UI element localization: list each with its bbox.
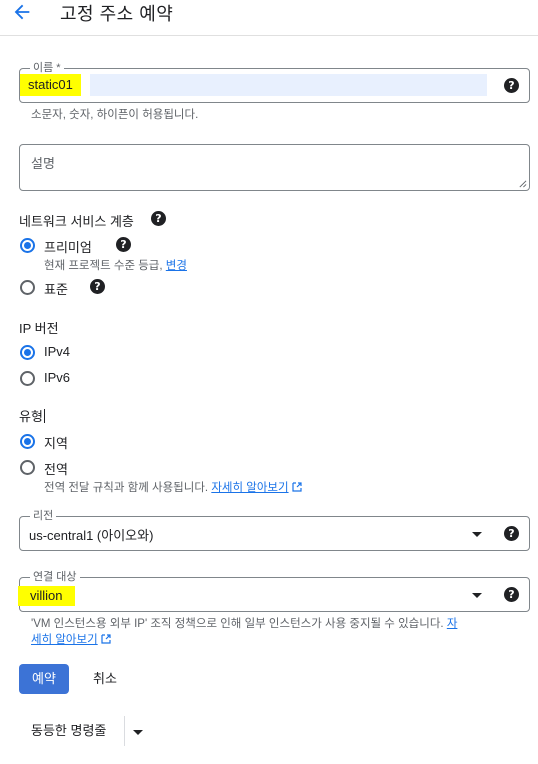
cancel-button[interactable]: 취소 <box>85 664 125 694</box>
help-icon[interactable]: ? <box>504 78 519 93</box>
back-arrow-icon[interactable] <box>11 1 33 23</box>
type-label: 유형 <box>19 409 45 424</box>
help-icon[interactable]: ? <box>116 237 131 252</box>
help-icon[interactable]: ? <box>504 587 519 602</box>
radio-global-label: 전역 <box>44 462 68 477</box>
attach-label: 연결 대상 <box>30 570 80 584</box>
premium-sublabel: 현재 프로젝트 수준 등급, 변경 <box>44 260 187 272</box>
help-icon[interactable]: ? <box>504 526 519 541</box>
attach-value: villion <box>18 586 75 606</box>
external-link-icon <box>291 482 302 492</box>
ip-version-label: IP 버전 <box>19 321 59 336</box>
page-header: 고정 주소 예약 <box>0 0 538 36</box>
global-sublabel: 전역 전달 규칙과 함께 사용됩니다. 자세히 알아보기 <box>44 479 302 495</box>
radio-standard-label: 표준 <box>44 282 68 297</box>
name-input[interactable]: static01 <box>20 74 81 96</box>
radio-premium[interactable] <box>20 238 35 253</box>
radio-ipv6-label: IPv6 <box>44 370 71 385</box>
name-hint: 소문자, 숫자, 하이픈이 허용됩니다. <box>31 109 199 121</box>
region-label: 리전 <box>30 509 57 523</box>
text-cursor <box>43 409 45 423</box>
radio-ipv6[interactable] <box>20 371 35 386</box>
radio-global[interactable] <box>20 460 35 475</box>
divider <box>124 716 125 746</box>
chevron-down-icon[interactable] <box>472 532 482 537</box>
attach-select[interactable]: 연결 대상 villion ? <box>18 570 530 612</box>
description-placeholder: 설명 <box>31 156 55 171</box>
network-tier-label: 네트워크 서비스 계층 <box>19 214 134 229</box>
radio-ipv4-label: IPv4 <box>44 344 71 359</box>
reserve-button[interactable]: 예약 <box>19 664 69 694</box>
equivalent-command-button[interactable]: 동등한 명령줄 <box>19 714 118 748</box>
chevron-down-icon[interactable] <box>472 593 482 598</box>
radio-premium-label: 프리미엄 <box>44 240 92 255</box>
help-icon[interactable]: ? <box>151 211 166 226</box>
change-tier-link[interactable]: 변경 <box>166 260 187 272</box>
radio-regional-label: 지역 <box>44 436 68 451</box>
description-field[interactable]: 설명 <box>19 144 530 191</box>
name-field[interactable]: 이름 * static01 ? <box>19 61 530 103</box>
name-autofill-bg <box>90 74 487 96</box>
resize-handle-icon[interactable] <box>518 179 527 188</box>
page-title: 고정 주소 예약 <box>60 4 174 24</box>
attach-hint: 'VM 인스턴스용 외부 IP' 조직 정책으로 인해 일부 인스턴스가 사용 … <box>31 618 458 646</box>
learn-more-link[interactable]: 자세히 알아보기 <box>211 482 288 494</box>
region-value: us-central1 (아이오와) <box>29 528 154 543</box>
radio-ipv4[interactable] <box>20 345 35 360</box>
name-field-label: 이름 * <box>30 61 64 75</box>
help-icon[interactable]: ? <box>90 279 105 294</box>
region-select[interactable]: 리전 us-central1 (아이오와) ? <box>19 509 530 551</box>
chevron-down-icon[interactable] <box>133 730 143 735</box>
radio-regional[interactable] <box>20 434 35 449</box>
radio-standard[interactable] <box>20 280 35 295</box>
external-link-icon <box>101 634 111 644</box>
